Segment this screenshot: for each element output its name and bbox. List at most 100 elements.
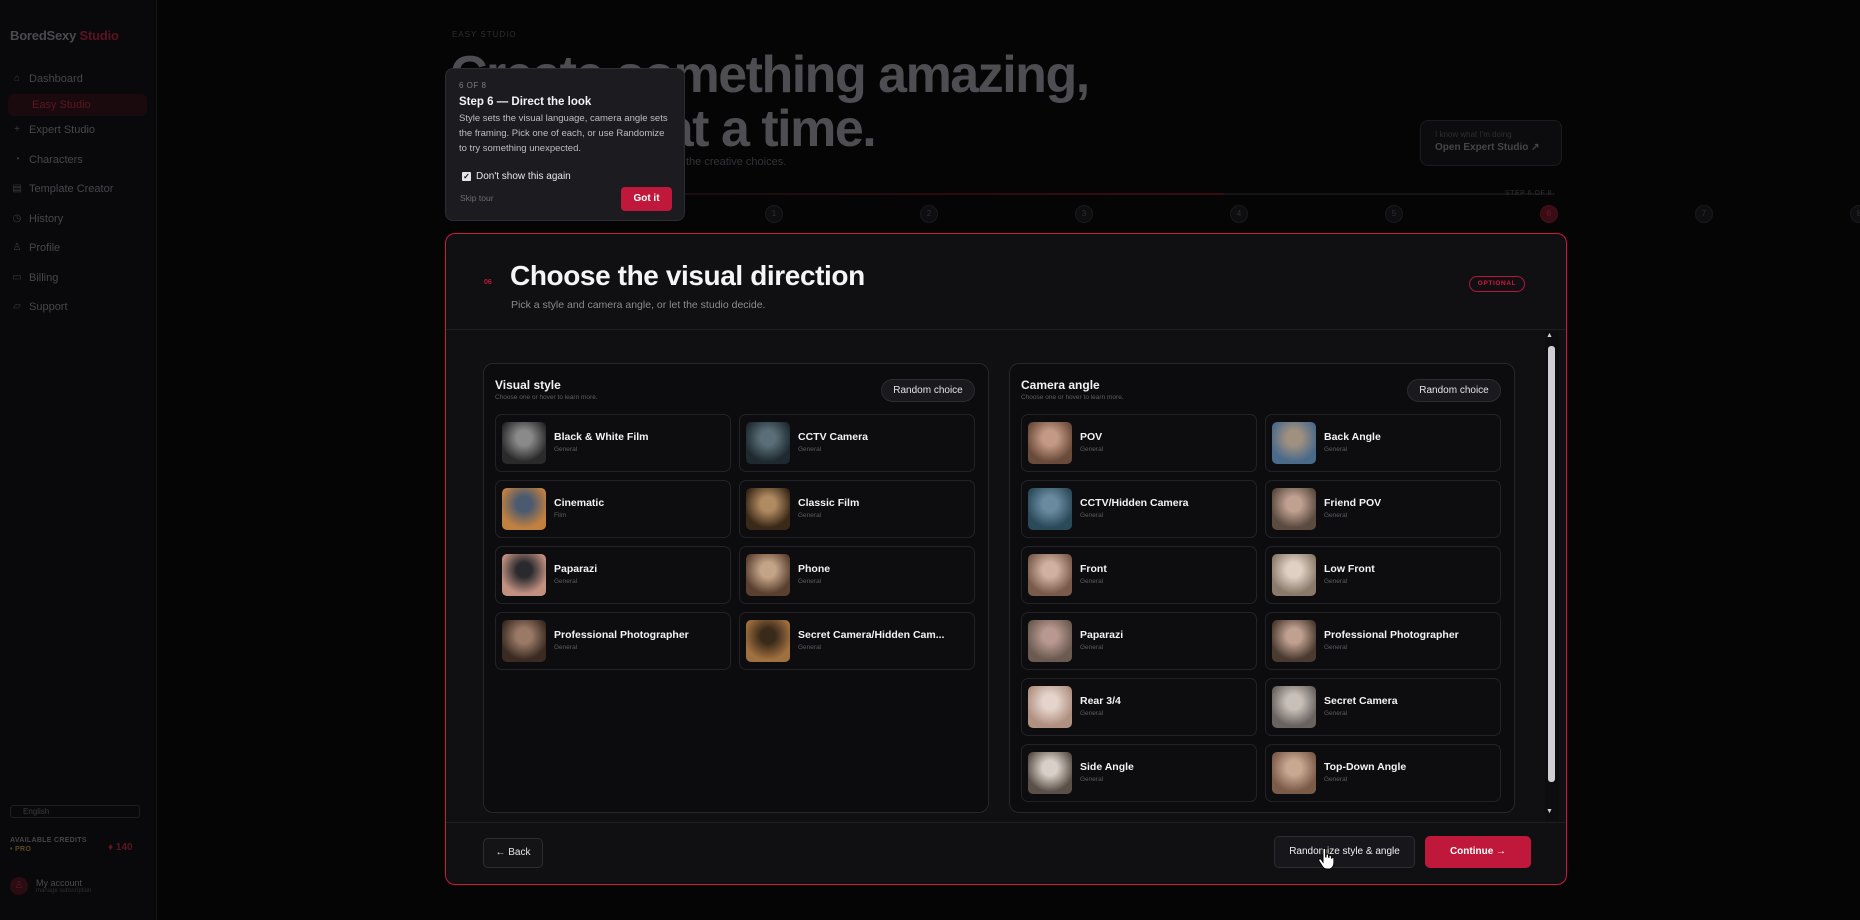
sidebar-item-template-creator[interactable]: ▤ Template Creator — [0, 175, 157, 205]
visual-style-card[interactable]: Cinematic Film — [495, 480, 731, 538]
camera-angle-card[interactable]: POV General — [1021, 414, 1257, 472]
camera-angle-card[interactable]: Rear 3/4 General — [1021, 678, 1257, 736]
modal-header: 06 Choose the visual direction Pick a st… — [446, 234, 1566, 330]
camera-angle-card-name: Paparazi — [1080, 629, 1124, 641]
visual-style-card-tag: General — [554, 644, 578, 651]
camera-angle-card-tag: General — [1324, 710, 1348, 717]
checkbox-icon: ✓ — [462, 172, 471, 181]
camera-angle-card-tag: General — [1080, 512, 1104, 519]
camera-angle-card[interactable]: Front General — [1021, 546, 1257, 604]
credits-label: AVAILABLE CREDITS • PRO — [10, 837, 87, 853]
camera-angle-card[interactable]: Paparazi General — [1021, 612, 1257, 670]
visual-style-card[interactable]: Professional Photographer General — [495, 612, 731, 670]
camera-angle-card-name: CCTV/Hidden Camera — [1080, 497, 1189, 509]
camera-angle-thumbnail — [1272, 752, 1316, 794]
camera-angle-thumbnail — [1272, 620, 1316, 662]
tour-tooltip: 6 OF 8 Step 6 — Direct the look Style se… — [445, 68, 685, 221]
visual-style-card[interactable]: Classic Film General — [739, 480, 975, 538]
camera-angle-card[interactable]: Side Angle General — [1021, 744, 1257, 802]
back-button[interactable]: ← Back — [483, 838, 543, 868]
sidebar-item-profile[interactable]: ♙ Profile — [0, 234, 157, 264]
sidebar-item-dashboard[interactable]: ⌂ Dashboard — [0, 64, 157, 94]
language-select[interactable]: English — [10, 805, 140, 818]
tier-label: • PRO — [10, 846, 32, 853]
visual-style-card-name: Secret Camera/Hidden Cam... — [798, 629, 945, 641]
visual-style-card-tag: General — [798, 578, 822, 585]
hero-eyebrow: EASY STUDIO — [452, 30, 517, 39]
step-dot-6: 6 — [1540, 205, 1558, 223]
sidebar-item-support[interactable]: ▱ Support — [0, 293, 157, 323]
visual-style-card-tag: General — [798, 446, 822, 453]
account-sub: manage subscription — [36, 888, 92, 894]
camera-angle-thumbnail — [1028, 554, 1072, 596]
camera-angle-card-name: Secret Camera — [1324, 695, 1398, 707]
app-logo[interactable]: BoredSexy Studio — [10, 28, 119, 43]
visual-style-card[interactable]: Paparazi General — [495, 546, 731, 604]
camera-angle-card-tag: General — [1324, 512, 1348, 519]
continue-button[interactable]: Continue → — [1425, 836, 1531, 868]
sidebar-item-expert-studio[interactable]: + Expert Studio — [0, 116, 157, 146]
visual-style-card-name: Classic Film — [798, 497, 860, 509]
tour-counter: 6 OF 8 — [459, 81, 487, 90]
visual-style-card[interactable]: CCTV Camera General — [739, 414, 975, 472]
randomize-button[interactable]: Randomize style & angle — [1274, 836, 1415, 868]
step-dot-5: 5 — [1385, 205, 1403, 223]
users-icon: ◔ — [13, 153, 21, 165]
visual-style-random-button[interactable]: Random choice — [881, 379, 975, 402]
camera-angle-thumbnail — [1272, 554, 1316, 596]
dont-show-checkbox[interactable]: ✓ Don't show this again — [462, 171, 571, 182]
open-expert-studio-link[interactable]: I know what I'm doing Open Expert Studio… — [1420, 120, 1562, 166]
sidebar-item-billing[interactable]: ▭ Billing — [0, 263, 157, 293]
account-menu[interactable]: ♙ My account manage subscription — [10, 877, 91, 895]
visual-style-subtitle: Choose one or hover to learn more. — [495, 394, 598, 401]
step-dot-2: 2 — [920, 205, 938, 223]
visual-style-card-name: CCTV Camera — [798, 431, 869, 443]
visual-style-thumbnail — [746, 554, 790, 596]
camera-angle-thumbnail — [1272, 488, 1316, 530]
camera-angle-card[interactable]: Friend POV General — [1265, 480, 1501, 538]
credits-value: ♦ 140 — [108, 842, 133, 853]
got-it-button[interactable]: Got it — [621, 187, 672, 211]
modal-footer: ← Back Randomize style & angle Continue … — [446, 822, 1566, 884]
camera-angle-card[interactable]: Low Front General — [1265, 546, 1501, 604]
camera-angle-card[interactable]: Secret Camera General — [1265, 678, 1501, 736]
camera-angle-card-tag: General — [1080, 776, 1104, 783]
user-icon: ♙ — [12, 242, 22, 254]
sidebar-nav: ⌂ Dashboard Easy Studio + Expert Studio ◔ C… — [0, 64, 157, 322]
camera-angle-card[interactable]: CCTV/Hidden Camera General — [1021, 480, 1257, 538]
skip-tour-link[interactable]: Skip tour — [460, 193, 494, 203]
app-window: BoredSexy Studio ⌂ Dashboard Easy Studio … — [0, 0, 1860, 920]
camera-angle-card[interactable]: Back Angle General — [1265, 414, 1501, 472]
camera-angle-card-tag: General — [1080, 710, 1104, 717]
visual-style-card-name: Phone — [798, 563, 831, 575]
tour-title: Step 6 — Direct the look — [459, 96, 592, 108]
step-dot-3: 3 — [1075, 205, 1093, 223]
camera-angle-card-name: Front — [1080, 563, 1107, 575]
sidebar-item-characters[interactable]: ◔ Characters — [0, 145, 157, 175]
account-label: My account — [36, 878, 83, 888]
camera-angle-random-button[interactable]: Random choice — [1407, 379, 1501, 402]
visual-style-card-tag: General — [798, 512, 822, 519]
camera-angle-card-name: Low Front — [1324, 563, 1375, 575]
visual-direction-modal: 06 Choose the visual direction Pick a st… — [445, 233, 1567, 885]
visual-style-card[interactable]: Phone General — [739, 546, 975, 604]
modal-subtitle: Pick a style and camera angle, or let th… — [511, 299, 766, 311]
step-number: 06 — [484, 279, 492, 286]
camera-angle-card[interactable]: Professional Photographer General — [1265, 612, 1501, 670]
visual-style-card[interactable]: Secret Camera/Hidden Cam... General — [739, 612, 975, 670]
step-dot-7: 7 — [1695, 205, 1713, 223]
camera-angle-card-name: Professional Photographer — [1324, 629, 1459, 641]
camera-angle-card-tag: General — [1080, 578, 1104, 585]
sidebar-item-history[interactable]: ◷ History — [0, 204, 157, 234]
visual-style-card-tag: General — [554, 578, 578, 585]
scroll-down-icon[interactable]: ▼ — [1546, 808, 1553, 815]
scroll-up-icon[interactable]: ▲ — [1546, 332, 1553, 339]
camera-angle-card-name: Side Angle — [1080, 761, 1134, 773]
scrollbar-thumb[interactable] — [1548, 346, 1555, 782]
camera-angle-card[interactable]: Top-Down Angle General — [1265, 744, 1501, 802]
visual-style-card[interactable]: Black & White Film General — [495, 414, 731, 472]
visual-style-card-name: Paparazi — [554, 563, 598, 575]
camera-angle-panel: Camera angle Choose one or hover to lear… — [1009, 363, 1515, 813]
card-icon: ▭ — [12, 271, 22, 283]
sidebar-item-easy-studio[interactable]: Easy Studio — [8, 93, 147, 116]
